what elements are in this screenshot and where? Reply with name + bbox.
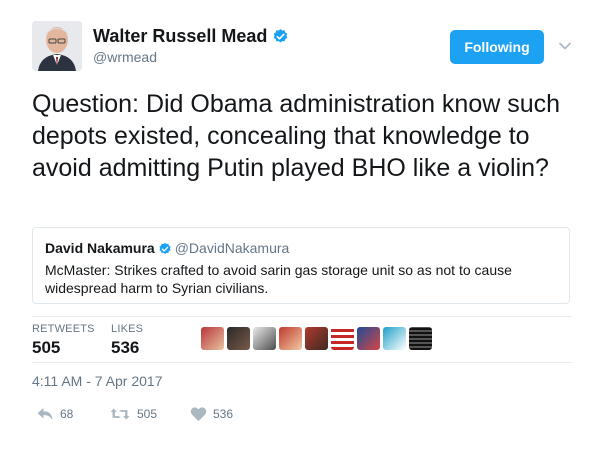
retweet-button[interactable]: 505 bbox=[109, 405, 157, 425]
liker-avatar[interactable] bbox=[357, 327, 380, 350]
liker-avatar[interactable] bbox=[279, 327, 302, 350]
quoted-author-name[interactable]: David Nakamura bbox=[45, 240, 155, 256]
author-avatar[interactable] bbox=[32, 21, 82, 71]
verified-badge-icon bbox=[272, 28, 289, 50]
quoted-verified-badge-icon bbox=[158, 242, 172, 259]
retweet-icon bbox=[109, 405, 131, 422]
tweet-text: Question: Did Obama administration know … bbox=[32, 90, 561, 182]
liker-avatar[interactable] bbox=[331, 327, 354, 350]
chevron-down-icon[interactable] bbox=[558, 39, 572, 53]
quoted-tweet[interactable]: David Nakamura @DavidNakamura McMaster: S… bbox=[32, 227, 570, 304]
likes-label[interactable]: LIKES bbox=[111, 323, 143, 335]
heart-icon bbox=[190, 405, 207, 422]
author-name-text[interactable]: Walter Russell Mead bbox=[93, 26, 267, 46]
liker-avatar[interactable] bbox=[253, 327, 276, 350]
like-count: 536 bbox=[213, 406, 234, 421]
reply-icon bbox=[36, 405, 54, 422]
likes-count[interactable]: 536 bbox=[111, 338, 139, 358]
retweet-count: 505 bbox=[137, 406, 158, 421]
quoted-author-handle[interactable]: @DavidNakamura bbox=[175, 240, 290, 256]
tweet-timestamp[interactable]: 4:11 AM - 7 Apr 2017 bbox=[32, 373, 163, 389]
quoted-tweet-text: McMaster: Strikes crafted to avoid sarin… bbox=[45, 262, 512, 296]
liker-avatar[interactable] bbox=[305, 327, 328, 350]
liker-avatar[interactable] bbox=[383, 327, 406, 350]
liker-avatar[interactable] bbox=[201, 327, 224, 350]
retweets-label[interactable]: RETWEETS bbox=[32, 323, 95, 335]
liker-avatars bbox=[201, 327, 435, 351]
tweet-card: Walter Russell Mead @wrmead Following Qu… bbox=[0, 0, 600, 449]
author-name[interactable]: Walter Russell Mead bbox=[93, 26, 289, 50]
retweets-count[interactable]: 505 bbox=[32, 338, 60, 358]
liker-avatar[interactable] bbox=[227, 327, 250, 350]
reply-button[interactable]: 68 bbox=[36, 405, 73, 425]
liker-avatar[interactable] bbox=[409, 327, 432, 350]
divider-bottom bbox=[32, 362, 572, 363]
following-button[interactable]: Following bbox=[450, 30, 544, 64]
like-button[interactable]: 536 bbox=[190, 405, 233, 425]
quoted-author: David Nakamura @DavidNakamura bbox=[45, 240, 289, 259]
author-handle[interactable]: @wrmead bbox=[93, 49, 157, 65]
reply-count: 68 bbox=[60, 406, 74, 421]
divider-top bbox=[32, 316, 572, 317]
